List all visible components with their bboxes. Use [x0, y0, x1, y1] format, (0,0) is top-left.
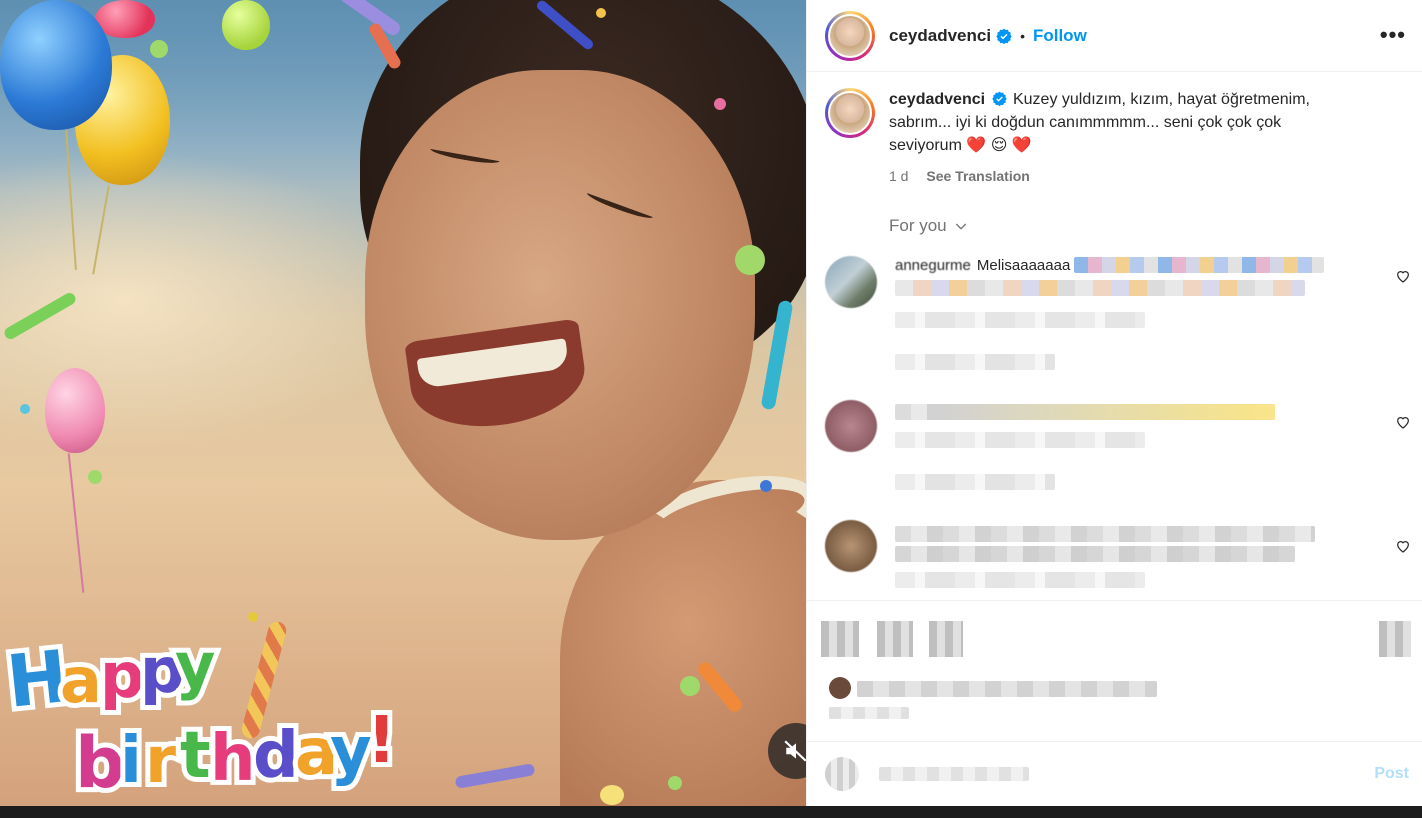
comment-body [895, 400, 1275, 490]
pixelated-meta [895, 432, 1145, 448]
verified-badge-icon [996, 28, 1012, 44]
streamer [454, 763, 536, 789]
green-balloon [222, 0, 270, 50]
see-translation-link[interactable]: See Translation [926, 168, 1029, 184]
post-media[interactable]: H a p p y b i r t h d a y ! [0, 0, 806, 806]
balloon-string [67, 453, 85, 593]
sticker-birthday-i: i [120, 724, 142, 798]
save-button[interactable] [1379, 621, 1411, 657]
comment-text: Melisaaaaaaa [976, 256, 1071, 274]
post-comment-button[interactable]: Post [1374, 765, 1409, 783]
pixelated-text [1074, 257, 1325, 273]
profile-avatar-ring[interactable] [825, 10, 875, 61]
confetti [668, 776, 682, 790]
pink-balloon [45, 368, 105, 453]
separator-dot: • [1020, 27, 1025, 44]
avatar[interactable] [828, 91, 872, 135]
post-side-panel: ceydadvenci • Follow ••• ceydadvenci Kuz… [806, 0, 1422, 806]
comment-item [825, 400, 1409, 490]
confetti [735, 245, 765, 275]
add-comment-input[interactable] [879, 767, 1029, 781]
emoji-button[interactable] [825, 757, 859, 791]
sticker-happy-a: a [60, 644, 102, 717]
confetti [760, 480, 772, 492]
sticker-birthday-b: b [75, 722, 125, 802]
comment-button[interactable] [877, 621, 913, 657]
comment-item [825, 520, 1409, 588]
post-caption: ceydadvenci Kuzey yuldızım, kızım, hayat… [807, 72, 1422, 188]
sticker-birthday-h: h [210, 722, 256, 796]
follow-button[interactable]: Follow [1033, 26, 1087, 46]
confetti [680, 676, 700, 696]
bottom-strip [0, 806, 1422, 818]
smiling-face [365, 70, 755, 540]
pixelated-likes [857, 681, 1157, 697]
post-header: ceydadvenci • Follow ••• [807, 0, 1422, 72]
caption-username[interactable]: ceydadvenci [889, 91, 985, 108]
pixelated-text [895, 546, 1295, 562]
post-time[interactable]: 1 d [889, 168, 908, 184]
sticker-birthday-exclamation: ! [367, 704, 396, 778]
sticker-birthday-t: t [180, 719, 211, 793]
comment-item: annegurme Melisaaaaaaa [825, 256, 1409, 370]
post-actions [807, 600, 1422, 740]
caption-avatar-ring[interactable] [825, 88, 875, 138]
share-button[interactable] [929, 621, 963, 657]
pixelated-meta [895, 312, 1145, 328]
happy-birthday-sticker: H a p p y b i r t h d a y ! [5, 624, 401, 802]
more-options-icon[interactable]: ••• [1380, 22, 1406, 48]
teeth [416, 338, 570, 389]
pixelated-replies [895, 474, 1055, 490]
blue-balloon [0, 0, 112, 130]
like-button[interactable] [821, 621, 859, 657]
caption-meta: 1 d See Translation [889, 165, 1349, 188]
verified-badge-icon [991, 91, 1007, 107]
sticker-happy-y: y [175, 629, 215, 702]
pixelated-date [829, 707, 909, 719]
heart-icon[interactable] [1395, 414, 1411, 430]
comment-avatar[interactable] [825, 520, 877, 572]
avatar[interactable] [828, 13, 872, 58]
pixelated-text [895, 404, 1275, 420]
pixelated-meta [895, 572, 1145, 588]
sticker-birthday-d: d [253, 719, 299, 793]
confetti [150, 40, 168, 58]
comments-filter-dropdown[interactable]: For you [889, 216, 1422, 236]
header-username[interactable]: ceydadvenci [889, 26, 991, 46]
heart-icon[interactable] [1395, 268, 1411, 284]
instagram-post-modal: H a p p y b i r t h d a y ! ceydadvenci [0, 0, 1422, 806]
pixelated-replies [895, 354, 1055, 370]
audio-muted-icon [784, 740, 806, 762]
confetti [596, 8, 606, 18]
comments-filter-label: For you [889, 216, 947, 235]
confetti [88, 470, 102, 484]
confetti [714, 98, 726, 110]
sticker-happy-p1: p [100, 639, 144, 712]
comment-body [895, 520, 1315, 588]
confetti [600, 785, 624, 805]
pixelated-text [895, 280, 1305, 296]
heart-icon[interactable] [1395, 538, 1411, 554]
comment-body: annegurme Melisaaaaaaa [895, 256, 1355, 370]
chevron-down-icon [955, 223, 966, 230]
comment-avatar[interactable] [825, 256, 877, 308]
pixelated-text [895, 526, 1315, 542]
caption-body: ceydadvenci Kuzey yuldızım, kızım, hayat… [889, 88, 1349, 188]
comment-avatar[interactable] [825, 400, 877, 452]
add-comment-bar: Post [807, 741, 1422, 806]
sticker-birthday-r: r [145, 724, 177, 798]
comment-username[interactable]: annegurme [895, 257, 971, 274]
sticker-birthday-y: y [330, 714, 372, 788]
confetti [20, 404, 30, 414]
liked-by-avatar[interactable] [829, 677, 851, 699]
